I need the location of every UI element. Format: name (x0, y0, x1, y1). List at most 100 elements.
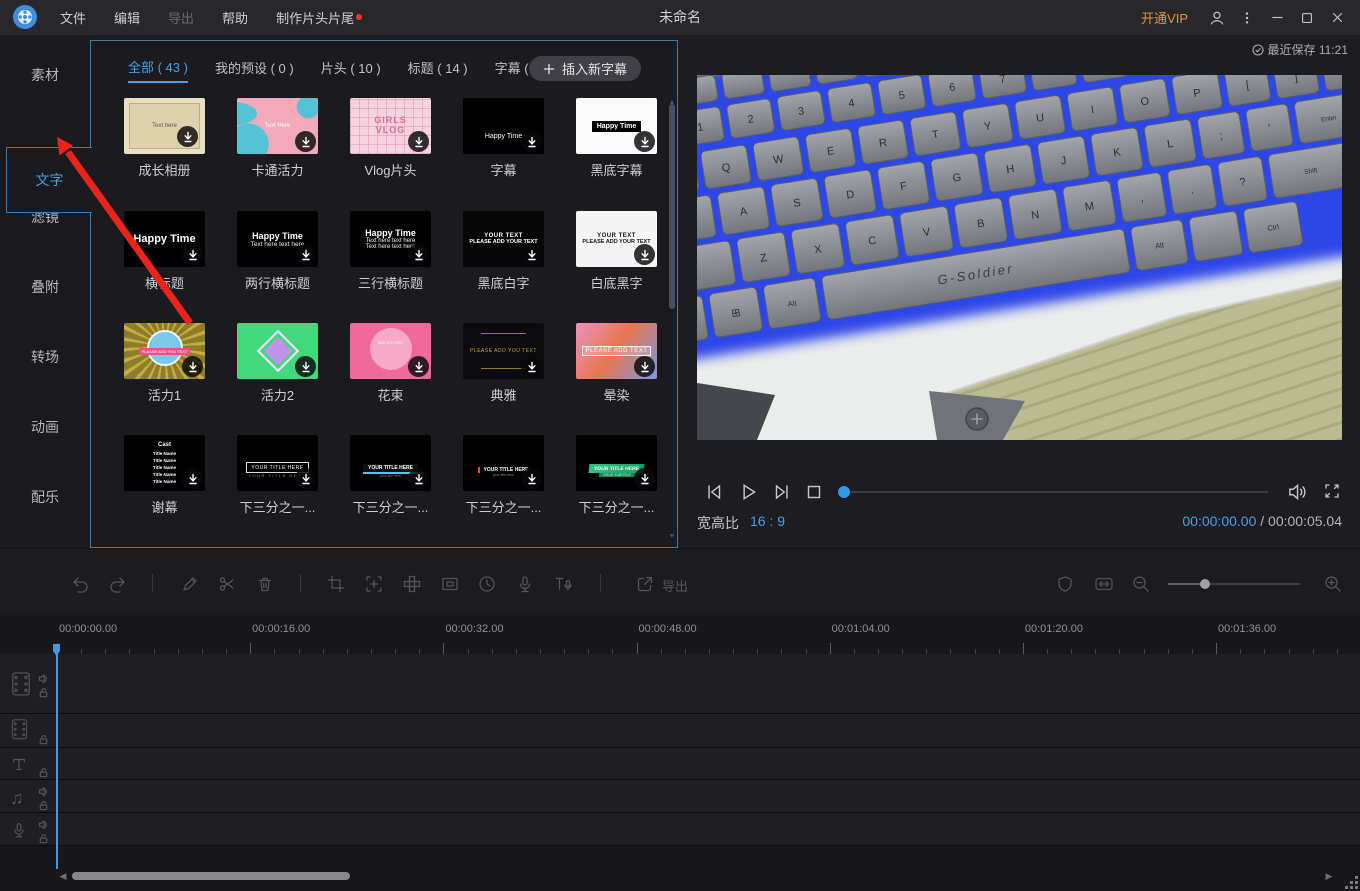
next-frame-button[interactable] (771, 481, 793, 503)
template-thumbnail[interactable]: Happy TimeText here text hereText here t… (350, 211, 431, 267)
download-icon[interactable] (408, 131, 429, 152)
template-thumbnail[interactable]: PLEASE ADD TEXT (576, 323, 657, 379)
download-icon[interactable] (634, 468, 655, 489)
template-item[interactable]: Happy Time横标题 (124, 211, 205, 292)
menu-file[interactable]: 文件 (46, 8, 100, 27)
menu-intro-outro[interactable]: 制作片头片尾 (262, 8, 368, 27)
account-icon[interactable] (1202, 0, 1232, 35)
template-item[interactable]: CastTitle NameTitle NameTitle NameTitle … (124, 435, 205, 516)
lock-open-icon[interactable] (38, 685, 49, 703)
template-thumbnail[interactable]: Happy Time (463, 98, 544, 154)
template-thumbnail[interactable]: YOUR TITLE HEREyour title here (350, 435, 431, 491)
zoom-region-icon[interactable] (362, 572, 386, 596)
close-button[interactable] (1322, 0, 1352, 35)
template-thumbnail[interactable]: CastTitle NameTitle NameTitle NameTitle … (124, 435, 205, 491)
aspect-ratio-value[interactable]: 16 : 9 (750, 513, 785, 529)
download-icon[interactable] (521, 131, 542, 152)
template-thumbnail[interactable]: YOUR TITLE HEREyour title here (463, 435, 544, 491)
download-icon[interactable] (177, 126, 198, 147)
template-item[interactable]: PLEASE ADD YOU TEXT典雅 (463, 323, 544, 404)
sidebar-item-music[interactable]: 配乐 (0, 482, 90, 512)
playhead[interactable] (56, 645, 58, 869)
template-item[interactable]: YOUR TITLE HEREYOUR SUBTITLE下三分之一... (576, 435, 657, 516)
download-icon[interactable] (408, 468, 429, 489)
download-icon[interactable] (521, 356, 542, 377)
template-thumbnail[interactable]: Happy TimeText here text here (237, 211, 318, 267)
seek-knob[interactable] (838, 486, 850, 498)
template-thumbnail[interactable]: GIRLSVLOG (350, 98, 431, 154)
template-thumbnail[interactable]: PLEASE ADD YOU TEXT (463, 323, 544, 379)
template-item[interactable]: Text here成长相册 (124, 98, 205, 179)
more-menu-icon[interactable] (1232, 0, 1262, 35)
download-icon[interactable] (634, 131, 655, 152)
template-thumbnail[interactable]: Text here (124, 98, 205, 154)
template-thumbnail[interactable] (237, 323, 318, 379)
prev-frame-button[interactable] (703, 481, 725, 503)
edit-icon[interactable] (178, 572, 202, 596)
template-thumbnail[interactable]: YOUR TEXTPLEASE ADD YOUR TEXT (576, 211, 657, 267)
play-button[interactable] (737, 481, 759, 503)
template-thumbnail[interactable]: YOUR TITLE HEREYOUR SUBTITLE (576, 435, 657, 491)
sidebar-item-transition[interactable]: 转场 (0, 342, 90, 372)
menu-edit[interactable]: 编辑 (100, 8, 154, 27)
template-thumbnail[interactable]: PLEASE ADD YOU TEXT (124, 323, 205, 379)
mosaic-icon[interactable] (400, 572, 424, 596)
track-video[interactable] (0, 654, 1360, 714)
track-pip[interactable] (0, 714, 1360, 748)
download-icon[interactable] (295, 468, 316, 489)
fit-timeline-icon[interactable] (1092, 572, 1116, 596)
duration-icon[interactable] (475, 572, 499, 596)
template-item[interactable]: Happy Time黑底字幕 (576, 98, 657, 179)
track-text[interactable] (0, 748, 1360, 780)
zoom-in-icon[interactable] (1321, 572, 1345, 596)
lock-open-icon[interactable] (38, 831, 49, 849)
freeze-frame-icon[interactable] (438, 572, 462, 596)
download-icon[interactable] (521, 244, 542, 265)
download-icon[interactable] (182, 356, 203, 377)
template-item[interactable]: YOUR TITLE HEREyour title here下三分之一... (350, 435, 431, 516)
volume-icon[interactable] (1286, 481, 1308, 503)
template-thumbnail[interactable]: YOUR TEXTPLEASE ADD YOUR TEXT (463, 211, 544, 267)
vip-button[interactable]: 开通VIP (1141, 8, 1188, 27)
panel-scrollbar[interactable] (669, 104, 675, 309)
timeline-ruler[interactable]: 00:00:00.0000:00:16.0000:00:32.0000:00:4… (0, 615, 1360, 655)
voiceover-icon[interactable] (513, 572, 537, 596)
download-icon[interactable] (295, 131, 316, 152)
sidebar-item-overlay[interactable]: 叠附 (0, 272, 90, 302)
fullscreen-icon[interactable] (1322, 481, 1344, 503)
crop-icon[interactable] (324, 572, 348, 596)
template-thumbnail[interactable]: YOUR TITLE HEREYOUR TITLE HERE (237, 435, 318, 491)
template-item[interactable]: YOUR TITLE HEREyour title here下三分之一... (463, 435, 544, 516)
template-item[interactable]: Happy TimeText here text hereText here t… (350, 211, 431, 292)
minimize-button[interactable] (1262, 0, 1292, 35)
template-item[interactable]: GIRLSVLOGVlog片头 (350, 98, 431, 179)
sidebar-item-animation[interactable]: 动画 (0, 412, 90, 442)
template-item[interactable]: PLEASE ADD TEXT晕染 (576, 323, 657, 404)
template-item[interactable]: YOUR TEXTPLEASE ADD YOUR TEXT黑底白字 (463, 211, 544, 292)
template-thumbnail[interactable]: ADD YOU TEXT (350, 323, 431, 379)
sidebar-item-material[interactable]: 素材 (0, 60, 90, 90)
download-icon[interactable] (408, 356, 429, 377)
marker-icon[interactable] (1053, 572, 1077, 596)
scroll-down-icon[interactable]: ▼ (668, 533, 676, 541)
download-icon[interactable] (295, 244, 316, 265)
timeline-scrollbar[interactable] (72, 872, 350, 880)
cut-icon[interactable] (215, 572, 239, 596)
sidebar-item-text[interactable]: 文字 (7, 165, 92, 195)
download-icon[interactable] (634, 356, 655, 377)
resize-grip-icon[interactable] (1344, 876, 1358, 889)
download-icon[interactable] (408, 244, 429, 265)
template-item[interactable]: Text Here卡通活力 (237, 98, 318, 179)
track-music[interactable]: ♫ (0, 780, 1360, 813)
menu-help[interactable]: 帮助 (208, 8, 262, 27)
seek-bar[interactable] (840, 491, 1268, 493)
download-icon[interactable] (295, 356, 316, 377)
track-voiceover[interactable] (0, 813, 1360, 846)
redo-icon[interactable] (106, 572, 130, 596)
scroll-left-icon[interactable]: ◀ (58, 871, 68, 881)
timeline-zoom-slider[interactable] (1168, 583, 1300, 585)
maximize-button[interactable] (1292, 0, 1322, 35)
download-icon[interactable] (182, 468, 203, 489)
template-item[interactable]: ADD YOU TEXT花束 (350, 323, 431, 404)
template-thumbnail[interactable]: Happy Time (576, 98, 657, 154)
